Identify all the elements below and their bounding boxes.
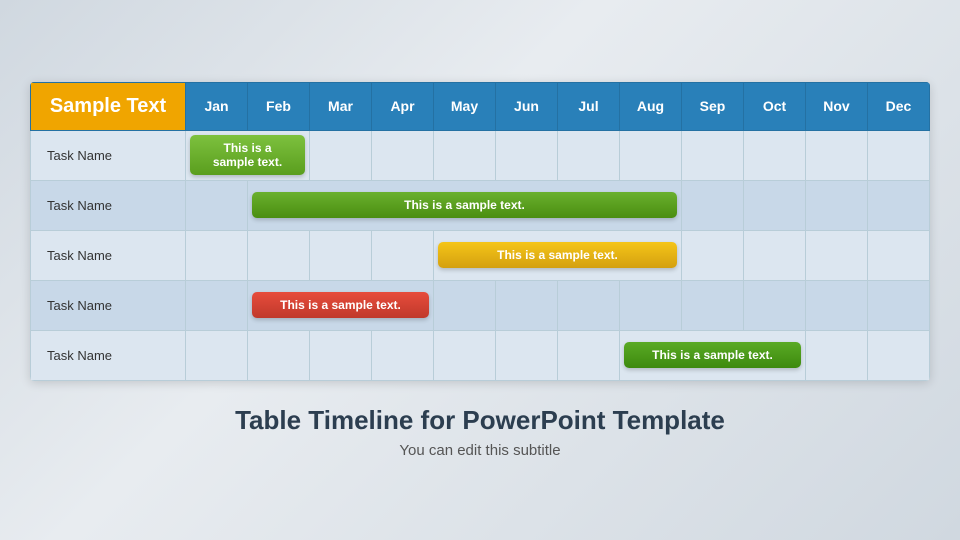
empty-cell [744, 130, 806, 180]
empty-cell [620, 280, 682, 330]
task-label: Task Name [31, 280, 186, 330]
footer-section: Table Timeline for PowerPoint Template Y… [235, 405, 725, 459]
empty-cell [496, 130, 558, 180]
gantt-table: Sample Text Jan Feb Mar Apr May Jun Jul … [30, 82, 930, 381]
empty-cell [558, 330, 620, 380]
empty-cell [310, 230, 372, 280]
empty-cell [744, 230, 806, 280]
header-aug: Aug [620, 82, 682, 130]
empty-cell [310, 130, 372, 180]
table-row: Task Name This is a sample text. [31, 330, 930, 380]
header-nov: Nov [806, 82, 868, 130]
bar-cell: This is a sample text. [248, 180, 682, 230]
header-apr: Apr [372, 82, 434, 130]
empty-cell [868, 180, 930, 230]
gantt-bar: This is a sample text. [252, 192, 677, 218]
gantt-wrapper: Sample Text Jan Feb Mar Apr May Jun Jul … [30, 82, 930, 381]
header-label: Sample Text [31, 82, 186, 130]
task-label: Task Name [31, 130, 186, 180]
empty-cell [372, 230, 434, 280]
task-label: Task Name [31, 230, 186, 280]
table-row: Task NameThis is a sample text. [31, 130, 930, 180]
empty-cell [248, 230, 310, 280]
empty-cell [372, 130, 434, 180]
empty-cell [868, 330, 930, 380]
empty-cell [868, 280, 930, 330]
table-row: Task Name This is a sample text. [31, 280, 930, 330]
header-sep: Sep [682, 82, 744, 130]
empty-cell [682, 230, 744, 280]
empty-cell [496, 330, 558, 380]
table-row: Task Name This is a sample text. [31, 180, 930, 230]
empty-cell [806, 230, 868, 280]
footer-subtitle: You can edit this subtitle [235, 442, 725, 459]
empty-cell [868, 230, 930, 280]
empty-cell [186, 330, 248, 380]
bar-cell: This is a sample text. [434, 230, 682, 280]
empty-cell [558, 130, 620, 180]
header-jul: Jul [558, 82, 620, 130]
empty-cell [558, 280, 620, 330]
empty-cell [186, 230, 248, 280]
empty-cell [868, 130, 930, 180]
bar-cell: This is a sample text. [186, 130, 310, 180]
empty-cell [434, 130, 496, 180]
empty-cell [186, 280, 248, 330]
empty-cell [434, 280, 496, 330]
empty-cell [806, 280, 868, 330]
header-dec: Dec [868, 82, 930, 130]
gantt-bar: This is a sample text. [252, 292, 429, 318]
empty-cell [682, 180, 744, 230]
header-feb: Feb [248, 82, 310, 130]
header-jan: Jan [186, 82, 248, 130]
header-may: May [434, 82, 496, 130]
empty-cell [434, 330, 496, 380]
empty-cell [310, 330, 372, 380]
header-oct: Oct [744, 82, 806, 130]
empty-cell [806, 330, 868, 380]
empty-cell [372, 330, 434, 380]
gantt-bar: This is a sample text. [190, 135, 305, 175]
footer-title: Table Timeline for PowerPoint Template [235, 405, 725, 436]
header-row: Sample Text Jan Feb Mar Apr May Jun Jul … [31, 82, 930, 130]
empty-cell [744, 180, 806, 230]
empty-cell [248, 330, 310, 380]
gantt-bar: This is a sample text. [438, 242, 677, 268]
gantt-body: Task NameThis is a sample text.Task Name… [31, 130, 930, 380]
bar-cell: This is a sample text. [248, 280, 434, 330]
gantt-bar: This is a sample text. [624, 342, 801, 368]
empty-cell [620, 130, 682, 180]
empty-cell [806, 180, 868, 230]
task-label: Task Name [31, 180, 186, 230]
bar-cell: This is a sample text. [620, 330, 806, 380]
task-label: Task Name [31, 330, 186, 380]
empty-cell [496, 280, 558, 330]
empty-cell [186, 180, 248, 230]
empty-cell [744, 280, 806, 330]
empty-cell [806, 130, 868, 180]
empty-cell [682, 280, 744, 330]
header-mar: Mar [310, 82, 372, 130]
table-row: Task Name This is a sample text. [31, 230, 930, 280]
empty-cell [682, 130, 744, 180]
header-jun: Jun [496, 82, 558, 130]
